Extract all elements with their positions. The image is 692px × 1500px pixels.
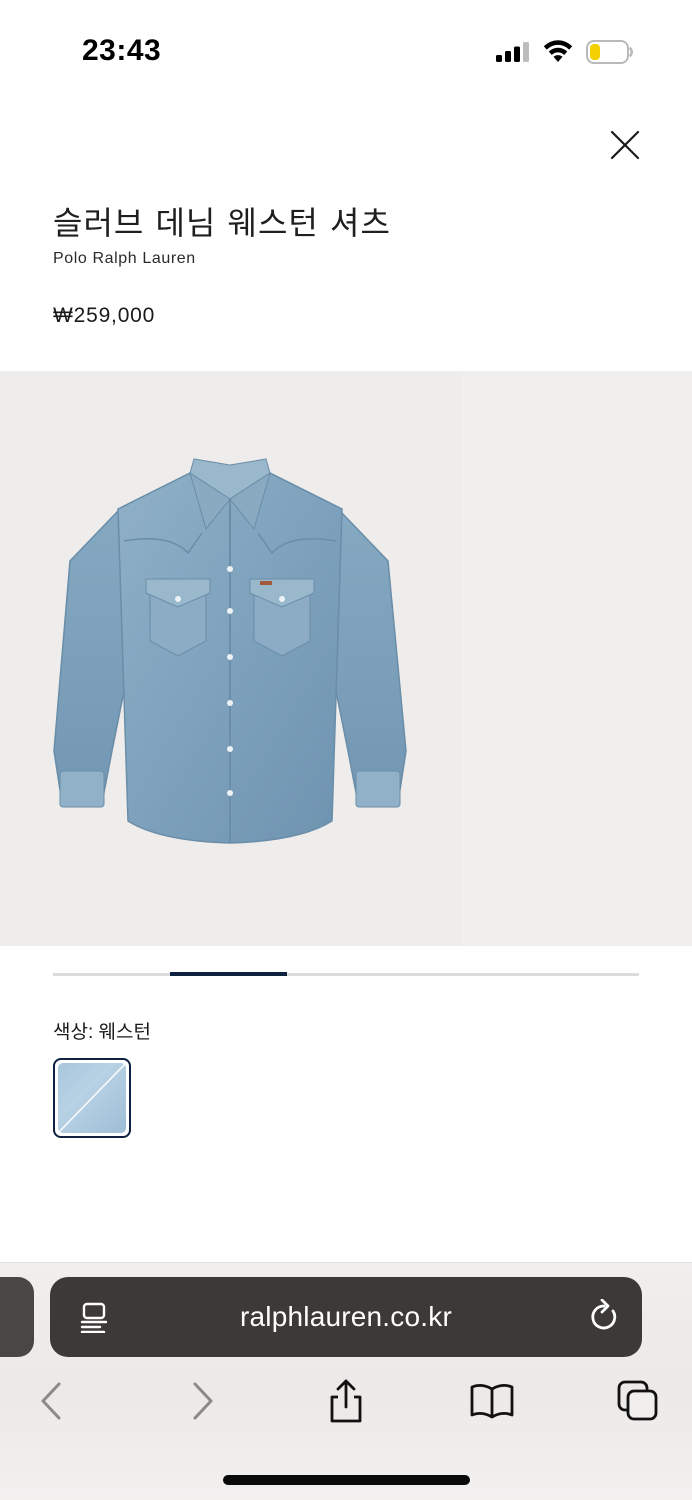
color-label: 색상: 웨스턴	[53, 1022, 151, 1043]
color-swatch-image	[58, 1063, 126, 1133]
product-title: 슬러브 데님 웨스턴 셔츠	[53, 204, 391, 242]
previous-tab-peek[interactable]	[0, 1277, 34, 1357]
carousel-progress-indicator	[170, 972, 288, 976]
product-image-carousel[interactable]	[0, 371, 692, 946]
swatch-diagonal-line	[58, 1063, 126, 1133]
share-icon[interactable]	[324, 1379, 368, 1423]
color-swatch-selected[interactable]	[53, 1058, 131, 1138]
browser-toolbar: ralphlauren.co.kr	[0, 1262, 692, 1500]
url-text[interactable]: ralphlauren.co.kr	[50, 1301, 642, 1333]
address-bar[interactable]: ralphlauren.co.kr	[50, 1277, 642, 1357]
carousel-progress-track	[53, 972, 639, 976]
close-button[interactable]	[604, 124, 646, 166]
cellular-signal-icon	[496, 42, 529, 62]
close-icon	[610, 130, 640, 160]
product-price: ₩259,000	[53, 304, 156, 327]
back-icon[interactable]	[30, 1379, 74, 1423]
product-brand[interactable]: Polo Ralph Lauren	[53, 250, 196, 268]
tabs-icon[interactable]	[616, 1379, 660, 1423]
battery-icon	[586, 40, 633, 64]
reload-icon[interactable]	[587, 1299, 621, 1335]
product-image[interactable]	[40, 451, 420, 866]
bookmarks-icon[interactable]	[470, 1379, 514, 1423]
battery-level	[590, 44, 600, 60]
home-indicator	[223, 1475, 470, 1485]
wifi-icon	[543, 40, 573, 62]
forward-icon[interactable]	[180, 1379, 224, 1423]
status-time: 23:43	[82, 34, 162, 67]
status-bar: 23:43	[0, 0, 692, 100]
next-image-peek	[462, 371, 692, 946]
